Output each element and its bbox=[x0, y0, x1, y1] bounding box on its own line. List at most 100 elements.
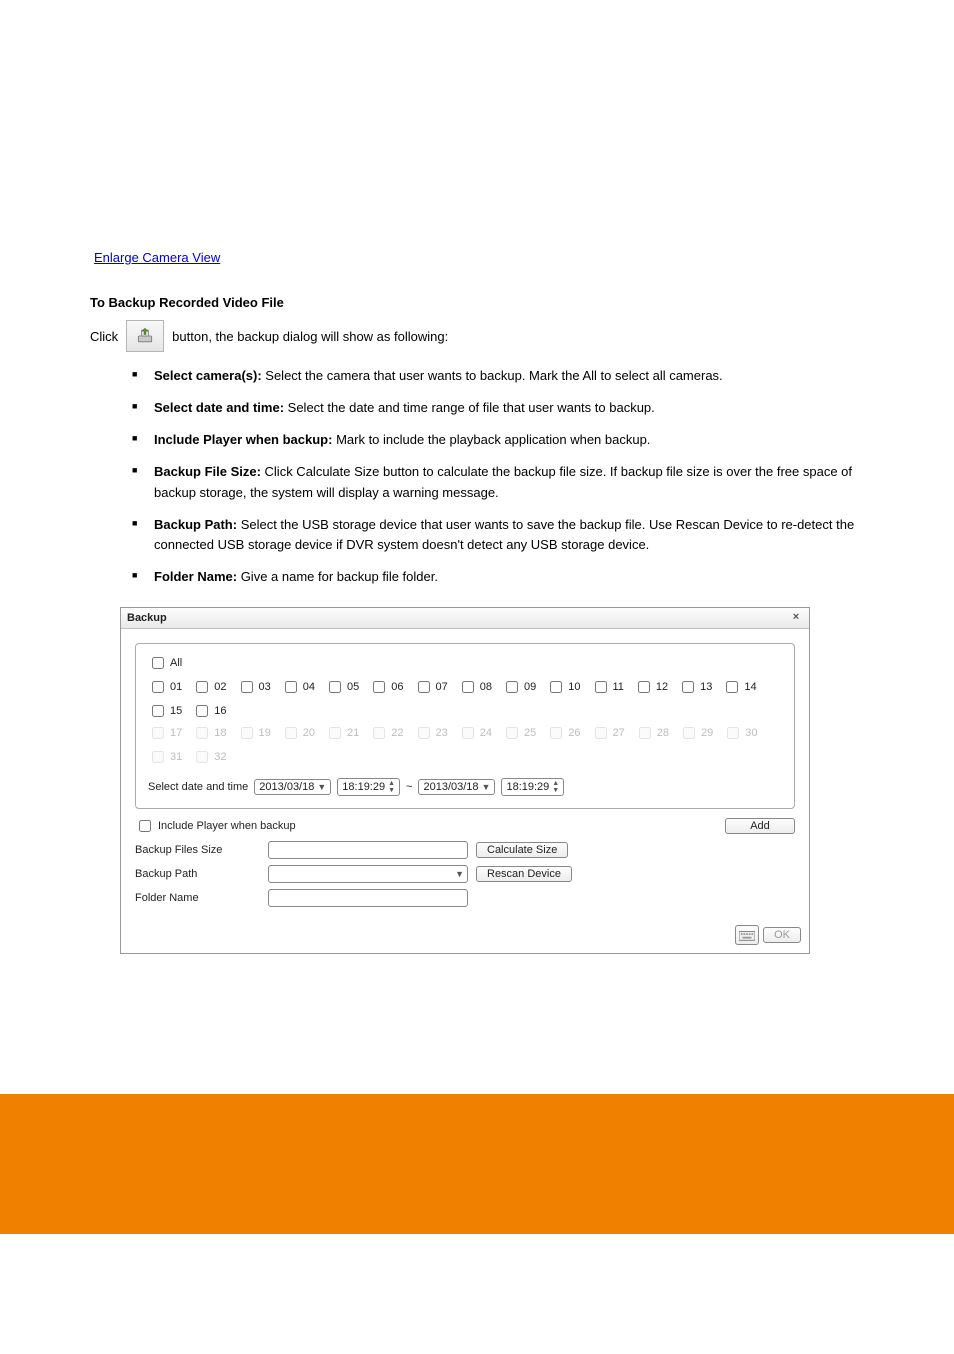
channel-checkbox-16[interactable]: 16 bbox=[192, 702, 226, 720]
include-player-label: Include Player when backup bbox=[158, 820, 296, 832]
backup-size-input[interactable] bbox=[268, 841, 468, 859]
channel-checkbox-04[interactable]: 04 bbox=[281, 678, 315, 696]
channel-checkbox-11[interactable]: 11 bbox=[591, 678, 624, 696]
time-from-value: 18:19:29 bbox=[342, 781, 385, 793]
instruction-item: Backup File Size: Click Calculate Size b… bbox=[132, 462, 864, 502]
instruction-item: Backup Path: Select the USB storage devi… bbox=[132, 515, 864, 555]
channel-checkbox-18: 18 bbox=[192, 724, 226, 742]
channel-label: 26 bbox=[568, 727, 580, 739]
channel-checkbox-06[interactable]: 06 bbox=[369, 678, 403, 696]
channel-label: 30 bbox=[745, 727, 757, 739]
date-to-picker[interactable]: 2013/03/18 ▼ bbox=[418, 779, 495, 795]
time-from-picker[interactable]: 18:19:29 ▲▼ bbox=[337, 778, 400, 796]
close-icon[interactable]: × bbox=[789, 611, 803, 625]
channel-label: 07 bbox=[436, 681, 448, 693]
channel-checkbox-13[interactable]: 13 bbox=[678, 678, 712, 696]
channel-checkbox-30: 30 bbox=[723, 724, 757, 742]
channel-checkbox-28: 28 bbox=[635, 724, 669, 742]
click-text-before: Click bbox=[90, 329, 118, 344]
footer-bar bbox=[0, 1094, 954, 1234]
backup-icon-button[interactable] bbox=[126, 320, 164, 352]
section-heading-text: To Backup Recorded Video File bbox=[90, 295, 284, 310]
dialog-title: Backup bbox=[127, 612, 167, 624]
channel-checkbox-31: 31 bbox=[148, 748, 182, 766]
channel-checkbox-27: 27 bbox=[591, 724, 625, 742]
channel-label: 08 bbox=[480, 681, 492, 693]
channel-checkbox-17: 17 bbox=[148, 724, 182, 742]
channel-checkbox-08[interactable]: 08 bbox=[458, 678, 492, 696]
channel-label: 16 bbox=[214, 705, 226, 717]
folder-name-input[interactable] bbox=[268, 889, 468, 907]
range-tilde: ~ bbox=[406, 781, 412, 793]
section-heading: To Backup Recorded Video File bbox=[90, 295, 864, 310]
channel-checkbox-25: 25 bbox=[502, 724, 536, 742]
folder-name-label: Folder Name bbox=[135, 892, 260, 904]
channel-checkbox-24: 24 bbox=[458, 724, 492, 742]
channel-label: 04 bbox=[303, 681, 315, 693]
instruction-item: Select camera(s): Select the camera that… bbox=[132, 366, 864, 386]
time-to-picker[interactable]: 18:19:29 ▲▼ bbox=[501, 778, 564, 796]
time-to-value: 18:19:29 bbox=[506, 781, 549, 793]
include-player-checkbox[interactable]: Include Player when backup bbox=[135, 817, 717, 835]
channel-checkbox-22: 22 bbox=[369, 724, 403, 742]
channel-checkbox-21: 21 bbox=[325, 724, 359, 742]
channel-label: 21 bbox=[347, 727, 359, 739]
channel-label: 15 bbox=[170, 705, 182, 717]
channel-checkbox-15[interactable]: 15 bbox=[148, 702, 182, 720]
channel-checkbox-12[interactable]: 12 bbox=[634, 678, 668, 696]
channel-label: 29 bbox=[701, 727, 713, 739]
channel-checkbox-05[interactable]: 05 bbox=[325, 678, 359, 696]
instruction-item: Folder Name: Give a name for backup file… bbox=[132, 567, 864, 587]
channel-label: 22 bbox=[391, 727, 403, 739]
channel-checkbox-23: 23 bbox=[414, 724, 448, 742]
click-text-after: button, the backup dialog will show as f… bbox=[172, 329, 448, 344]
channel-label: 20 bbox=[303, 727, 315, 739]
backup-size-label: Backup Files Size bbox=[135, 844, 260, 856]
channel-checkbox-19: 19 bbox=[237, 724, 271, 742]
caret-down-icon: ▼ bbox=[482, 782, 491, 792]
channel-checkbox-02[interactable]: 02 bbox=[192, 678, 226, 696]
spinner-icon: ▲▼ bbox=[388, 780, 395, 794]
channel-group: All 01 02 03 04 05 06 07 08 09 10 11 12 13 14 15 16 17 1… bbox=[135, 643, 795, 809]
calculate-size-button[interactable]: Calculate Size bbox=[476, 842, 568, 858]
checkbox-all[interactable]: All bbox=[148, 654, 182, 672]
enlarge-camera-view-link[interactable]: Enlarge Camera View bbox=[94, 250, 220, 265]
caret-down-icon: ▼ bbox=[455, 869, 464, 879]
channel-checkbox-01[interactable]: 01 bbox=[148, 678, 182, 696]
channel-label: 23 bbox=[436, 727, 448, 739]
checkbox-all-label: All bbox=[170, 657, 182, 669]
channel-label: 32 bbox=[214, 751, 226, 763]
instruction-item: Include Player when backup: Mark to incl… bbox=[132, 430, 864, 450]
channel-label: 09 bbox=[524, 681, 536, 693]
channel-label: 10 bbox=[568, 681, 580, 693]
backup-dialog: Backup × All 01 02 03 04 05 06 07 08 09 10 11 12 13 1… bbox=[120, 607, 810, 954]
channel-label: 24 bbox=[480, 727, 492, 739]
channel-label: 03 bbox=[259, 681, 271, 693]
channel-label: 13 bbox=[700, 681, 712, 693]
channel-checkbox-07[interactable]: 07 bbox=[414, 678, 448, 696]
channel-label: 01 bbox=[170, 681, 182, 693]
channel-checkbox-03[interactable]: 03 bbox=[237, 678, 271, 696]
channel-checkbox-14[interactable]: 14 bbox=[722, 678, 756, 696]
channel-label: 05 bbox=[347, 681, 359, 693]
keyboard-button[interactable] bbox=[735, 925, 759, 945]
channel-label: 12 bbox=[656, 681, 668, 693]
channel-label: 02 bbox=[214, 681, 226, 693]
keyboard-icon bbox=[739, 929, 755, 941]
date-from-picker[interactable]: 2013/03/18 ▼ bbox=[254, 779, 331, 795]
channel-checkbox-09[interactable]: 09 bbox=[502, 678, 536, 696]
spinner-icon: ▲▼ bbox=[552, 780, 559, 794]
ok-button[interactable]: OK bbox=[763, 927, 801, 943]
channel-label: 27 bbox=[613, 727, 625, 739]
channel-label: 11 bbox=[613, 681, 624, 693]
instruction-item: Select date and time: Select the date an… bbox=[132, 398, 864, 418]
channel-checkbox-10[interactable]: 10 bbox=[546, 678, 580, 696]
channel-label: 14 bbox=[744, 681, 756, 693]
backup-path-label: Backup Path bbox=[135, 868, 260, 880]
rescan-device-button[interactable]: Rescan Device bbox=[476, 866, 572, 882]
instruction-list: Select camera(s): Select the camera that… bbox=[90, 366, 864, 587]
backup-path-select[interactable]: ▼ bbox=[268, 865, 468, 883]
channel-checkbox-29: 29 bbox=[679, 724, 713, 742]
date-from-value: 2013/03/18 bbox=[259, 781, 314, 793]
add-button[interactable]: Add bbox=[725, 818, 795, 834]
